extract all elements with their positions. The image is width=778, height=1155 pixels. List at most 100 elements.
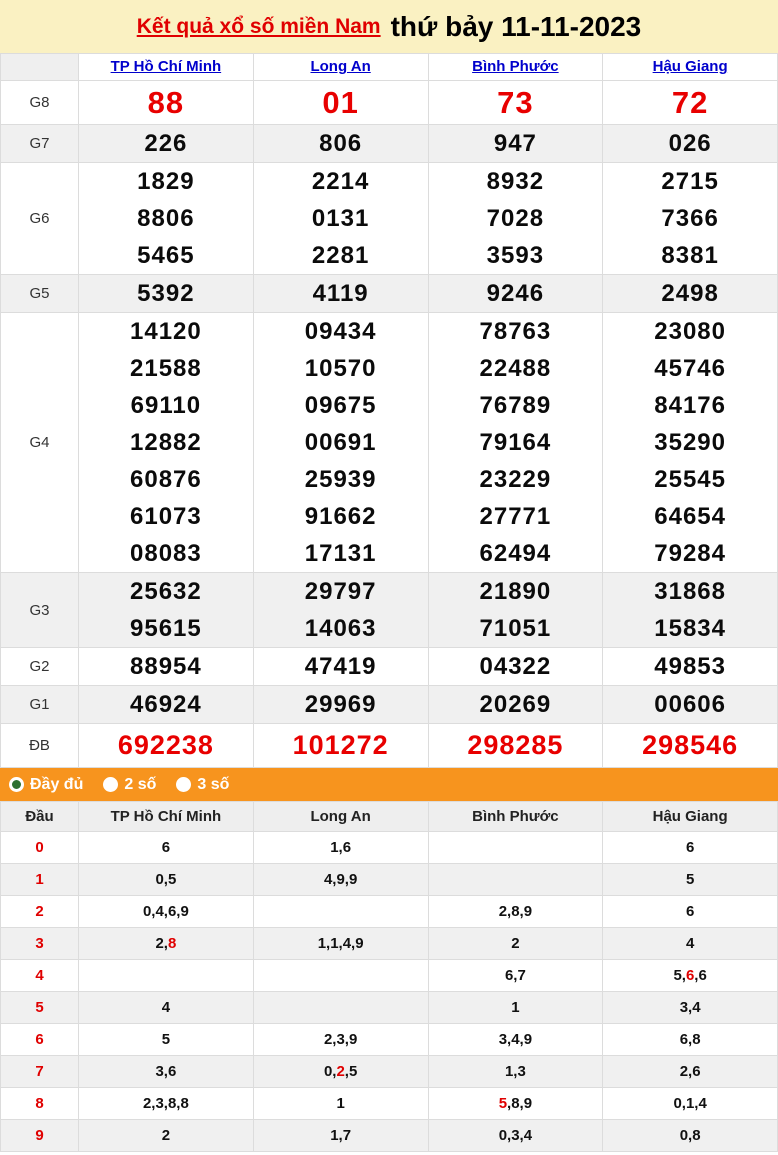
prize-number: 09434 — [254, 313, 428, 350]
prize-cell: 73 — [428, 81, 603, 125]
results-date: thứ bảy 11-11-2023 — [391, 11, 642, 43]
stats-value: 4,9,9 — [253, 864, 428, 896]
stats-value: 1 — [253, 1088, 428, 1120]
prize-number: 21890 — [429, 573, 603, 610]
digit-label: 4 — [1, 960, 79, 992]
prize-label: G7 — [1, 125, 79, 163]
prize-cell: 2189071051 — [428, 573, 603, 648]
prize-number: 1829 — [79, 163, 253, 200]
prize-cell: 3186815834 — [603, 573, 778, 648]
prize-number: 947 — [429, 125, 603, 162]
prize-cell: 271573668381 — [603, 163, 778, 275]
prize-number: 62494 — [429, 535, 603, 572]
prize-number: 12882 — [79, 424, 253, 461]
stats-table: ĐầuTP Hồ Chí MinhLong AnBình PhướcHậu Gi… — [0, 801, 778, 1152]
lottery-results-page: Kết quả xổ số miền Nam thứ bảy 11-11-202… — [0, 0, 778, 1152]
prize-number: 00691 — [254, 424, 428, 461]
digit-label: 6 — [1, 1024, 79, 1056]
prize-label: ĐB — [1, 724, 79, 768]
prize-number: 25939 — [254, 461, 428, 498]
province-header: TP Hồ Chí Minh — [79, 54, 254, 81]
prize-number: 2715 — [603, 163, 777, 200]
digit-label: 8 — [1, 1088, 79, 1120]
prize-cell: 00606 — [603, 686, 778, 724]
stats-header: Bình Phước — [428, 802, 603, 832]
prize-number: 45746 — [603, 350, 777, 387]
stats-value: 1,6 — [253, 832, 428, 864]
prize-cell: 026 — [603, 125, 778, 163]
prize-number: 5465 — [79, 237, 253, 274]
stats-value: 0,2,5 — [253, 1056, 428, 1088]
prize-number: 692238 — [79, 724, 253, 767]
filter-option-2[interactable]: 3 số — [176, 776, 229, 794]
prize-number: 8932 — [429, 163, 603, 200]
prize-number: 04322 — [429, 648, 603, 685]
prize-cell: 04322 — [428, 648, 603, 686]
province-link-0[interactable]: TP Hồ Chí Minh — [111, 58, 222, 75]
prize-cell: 221401312281 — [253, 163, 428, 275]
stats-row: 20,4,6,92,8,96 — [1, 896, 778, 928]
stats-value: 6 — [603, 896, 778, 928]
prize-number: 47419 — [254, 648, 428, 685]
prize-number: 60876 — [79, 461, 253, 498]
prize-number: 25632 — [79, 573, 253, 610]
prize-row: G55392411992462498 — [1, 275, 778, 313]
prize-number: 76789 — [429, 387, 603, 424]
filter-option-0[interactable]: Đầy đủ — [9, 776, 83, 794]
prize-number: 3593 — [429, 237, 603, 274]
prize-number: 01 — [254, 81, 428, 124]
stats-value: 1,1,4,9 — [253, 928, 428, 960]
prize-number: 64654 — [603, 498, 777, 535]
prize-number: 9246 — [429, 275, 603, 312]
prize-number: 71051 — [429, 610, 603, 647]
prize-number: 79284 — [603, 535, 777, 572]
results-title-link[interactable]: Kết quả xổ số miền Nam — [137, 15, 381, 39]
province-link-3[interactable]: Hậu Giang — [653, 58, 728, 75]
filter-option-label: 2 số — [124, 776, 156, 794]
prize-number: 8381 — [603, 237, 777, 274]
stats-row: 82,3,8,815,8,90,1,4 — [1, 1088, 778, 1120]
prize-number: 10570 — [254, 350, 428, 387]
stats-row: 061,66 — [1, 832, 778, 864]
stats-value: 5,6,6 — [603, 960, 778, 992]
prize-number: 7366 — [603, 200, 777, 237]
prize-number: 09675 — [254, 387, 428, 424]
stats-row: 10,54,9,95 — [1, 864, 778, 896]
prize-number: 101272 — [254, 724, 428, 767]
prize-cell: 09434105700967500691259399166217131 — [253, 313, 428, 573]
prize-number: 298546 — [603, 724, 777, 767]
prize-number: 88954 — [79, 648, 253, 685]
prize-number: 72 — [603, 81, 777, 124]
prize-number: 20269 — [429, 686, 603, 723]
prize-cell: 01 — [253, 81, 428, 125]
prize-number: 08083 — [79, 535, 253, 572]
prize-cell: 72 — [603, 81, 778, 125]
province-link-1[interactable]: Long An — [310, 58, 370, 75]
prize-cell: 806 — [253, 125, 428, 163]
prize-number: 31868 — [603, 573, 777, 610]
prize-cell: 23080457468417635290255456465479284 — [603, 313, 778, 573]
stats-value: 6 — [79, 832, 254, 864]
stats-header: Hậu Giang — [603, 802, 778, 832]
stats-value: 6,8 — [603, 1024, 778, 1056]
province-header: Hậu Giang — [603, 54, 778, 81]
stats-value — [253, 992, 428, 1024]
prize-row: G7226806947026 — [1, 125, 778, 163]
prize-number: 69110 — [79, 387, 253, 424]
province-link-2[interactable]: Bình Phước — [472, 58, 559, 75]
stats-value: 0,3,4 — [428, 1120, 603, 1152]
prize-label: G1 — [1, 686, 79, 724]
prize-row: G618298806546522140131228189327028359327… — [1, 163, 778, 275]
digit-label: 3 — [1, 928, 79, 960]
radio-icon — [103, 777, 118, 792]
prize-number: 61073 — [79, 498, 253, 535]
stats-header: Long An — [253, 802, 428, 832]
prize-cell: 4119 — [253, 275, 428, 313]
prize-cell: 14120215886911012882608766107308083 — [79, 313, 254, 573]
stats-row: 652,3,93,4,96,8 — [1, 1024, 778, 1056]
stats-value: 1 — [428, 992, 603, 1024]
prize-number: 46924 — [79, 686, 253, 723]
stats-row: 921,70,3,40,8 — [1, 1120, 778, 1152]
digit-label: 9 — [1, 1120, 79, 1152]
filter-option-1[interactable]: 2 số — [103, 776, 156, 794]
